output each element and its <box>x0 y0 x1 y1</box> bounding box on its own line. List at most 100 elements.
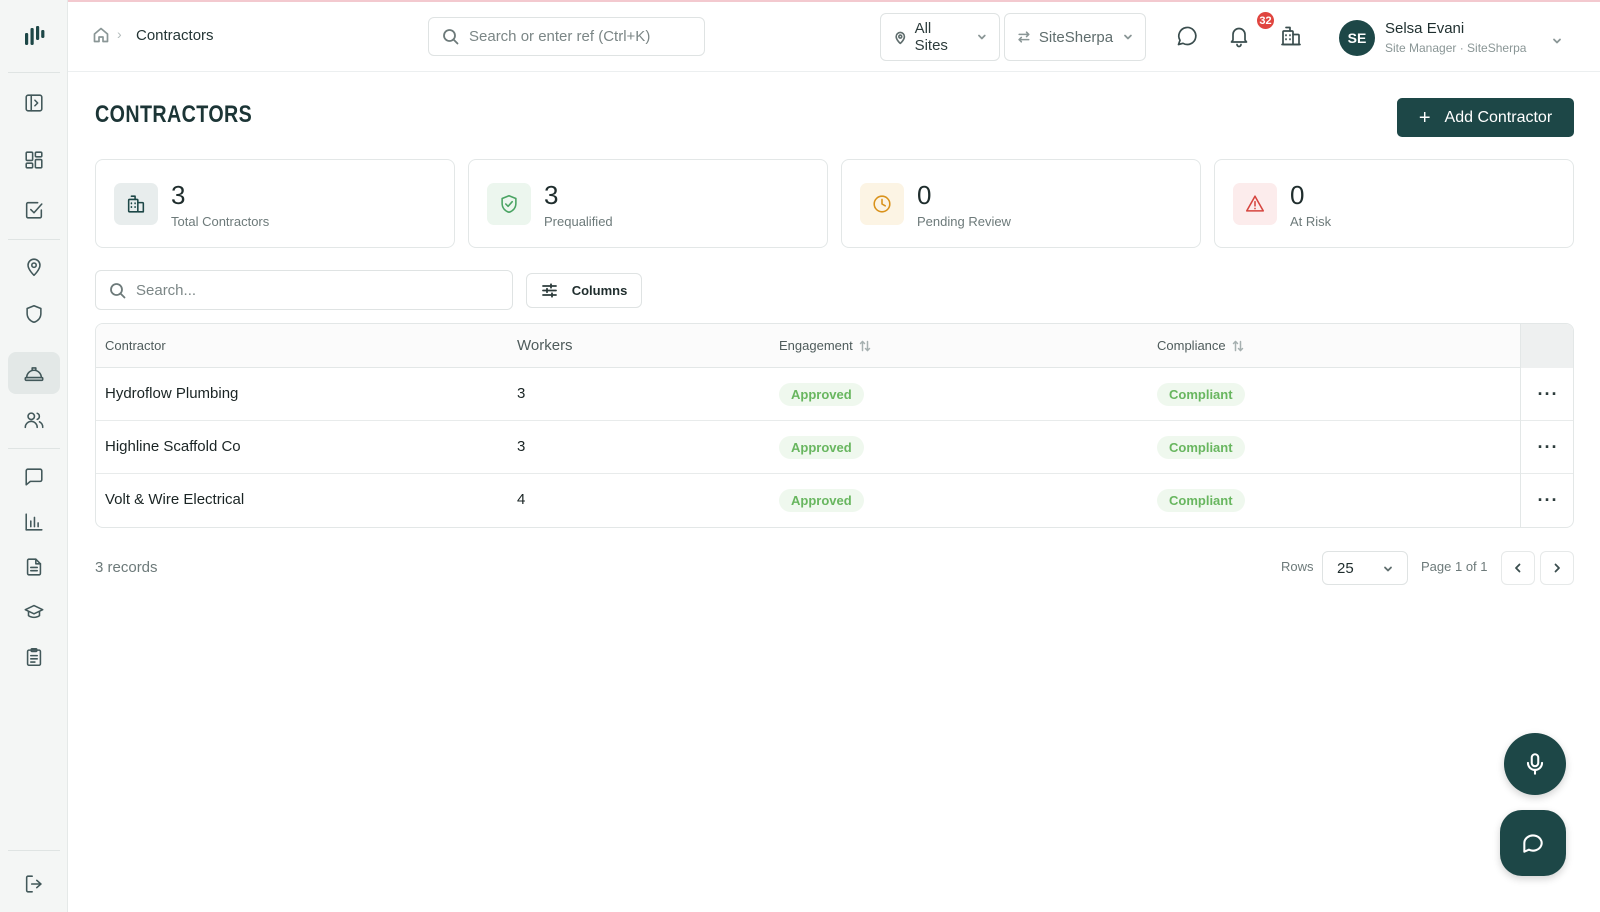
sidebar-item-checklists[interactable] <box>8 636 60 678</box>
microphone-icon <box>1526 753 1544 775</box>
search-icon <box>443 29 459 45</box>
notifications-button[interactable] <box>1227 24 1253 50</box>
sidebar-item-dashboard[interactable] <box>8 139 60 181</box>
shield-check-icon <box>501 194 517 214</box>
row-actions-menu[interactable]: ··· <box>1520 368 1573 421</box>
user-menu-toggle[interactable] <box>1552 33 1562 44</box>
contractors-table: Contractor Workers Engagement Compliance… <box>95 323 1574 528</box>
voice-input-button[interactable] <box>1504 733 1566 795</box>
worker-count: 3 <box>517 438 526 455</box>
row-actions-menu[interactable]: ··· <box>1520 474 1573 527</box>
engagement-status-badge: Approved <box>779 436 864 459</box>
sidebar-item-reports[interactable] <box>8 501 60 543</box>
rows-per-page-select[interactable]: 25 <box>1322 551 1408 585</box>
sidebar-divider <box>8 72 60 73</box>
engagement-status-badge: Approved <box>779 489 864 512</box>
table-row[interactable]: Volt & Wire Electrical 4 Approved Compli… <box>96 474 1573 527</box>
contractor-name[interactable]: Hydroflow Plumbing <box>105 385 238 402</box>
stat-card-prequalified: 3 Prequalified <box>468 159 828 248</box>
table-row[interactable]: Hydroflow Plumbing 3 Approved Compliant … <box>96 368 1573 421</box>
sidebar-divider <box>8 239 60 240</box>
columns-button[interactable]: Columns <box>526 273 642 308</box>
sidebar-item-safety[interactable] <box>8 293 60 335</box>
stat-value: 3 <box>171 180 186 210</box>
bell-icon <box>1230 27 1248 48</box>
column-header-compliance[interactable]: Compliance <box>1157 338 1245 353</box>
users-icon <box>24 412 44 429</box>
org-selector[interactable]: SiteSherpa <box>1004 13 1146 61</box>
sort-icon <box>1232 340 1243 351</box>
bar-chart-icon <box>25 513 43 531</box>
map-pin-icon <box>895 31 906 44</box>
sidebar-divider <box>8 448 60 449</box>
company-button[interactable] <box>1279 24 1305 50</box>
column-header-engagement-label: Engagement <box>779 338 853 353</box>
breadcrumb-separator: › <box>117 26 122 42</box>
sidebar-item-people[interactable] <box>8 399 60 441</box>
sidebar-toggle[interactable] <box>8 82 60 124</box>
map-pin-icon <box>27 258 41 277</box>
contractor-name[interactable]: Volt & Wire Electrical <box>105 491 244 508</box>
add-contractor-button[interactable]: + Add Contractor <box>1397 98 1574 137</box>
column-header-engagement[interactable]: Engagement <box>779 338 872 353</box>
sidebar-item-documents[interactable] <box>8 546 60 588</box>
rows-per-page-label: Rows <box>1281 559 1314 574</box>
clipboard-list-icon <box>26 647 42 667</box>
stat-label: Total Contractors <box>171 214 270 229</box>
sidebar-item-contractors[interactable] <box>8 352 60 394</box>
table-row[interactable]: Highline Scaffold Co 3 Approved Complian… <box>96 421 1573 474</box>
table-search[interactable] <box>95 270 513 310</box>
plus-icon: + <box>1418 106 1431 129</box>
stat-value: 0 <box>917 180 932 210</box>
sidebar-logout[interactable] <box>8 863 60 905</box>
sidebar-divider <box>8 850 60 851</box>
stat-label: Pending Review <box>917 214 1011 229</box>
sidebar-item-sites[interactable] <box>8 246 60 288</box>
compliance-status-badge: Compliant <box>1157 489 1245 512</box>
avatar[interactable]: SE <box>1339 20 1375 56</box>
dashboard-grid-icon <box>25 151 43 169</box>
column-header-contractor[interactable]: Contractor <box>105 338 166 353</box>
column-header-workers[interactable]: Workers <box>517 337 573 354</box>
sidebar-item-tasks[interactable] <box>8 189 60 231</box>
stat-value: 3 <box>544 180 559 210</box>
compliance-status-badge: Compliant <box>1157 383 1245 406</box>
sliders-icon <box>541 283 557 298</box>
app-logo[interactable] <box>22 24 46 50</box>
stat-icon-box <box>860 183 904 225</box>
building-icon <box>127 195 145 213</box>
org-selector-value: SiteSherpa <box>1038 28 1114 46</box>
site-selector[interactable]: All Sites <box>880 13 1000 61</box>
table-search-input[interactable] <box>136 281 496 299</box>
chat-button[interactable] <box>1175 24 1201 50</box>
support-chat-button[interactable] <box>1500 810 1566 876</box>
shield-icon <box>26 304 42 324</box>
contractor-name[interactable]: Highline Scaffold Co <box>105 438 241 455</box>
sidebar <box>0 0 68 912</box>
global-search-input[interactable] <box>469 28 689 45</box>
row-actions-menu[interactable]: ··· <box>1520 421 1573 474</box>
building-icon <box>1281 26 1301 46</box>
next-page-button[interactable] <box>1540 551 1574 585</box>
worker-count: 4 <box>517 491 526 508</box>
global-search[interactable] <box>428 17 705 56</box>
sidebar-item-messages[interactable] <box>8 456 60 498</box>
notification-count-badge: 32 <box>1255 10 1276 31</box>
page-title: CONTRACTORS <box>95 101 253 128</box>
previous-page-button[interactable] <box>1501 551 1535 585</box>
actions-column-header <box>1520 324 1573 368</box>
alert-triangle-icon <box>1245 195 1265 212</box>
sidebar-item-training[interactable] <box>8 591 60 633</box>
stat-icon-box <box>1233 183 1277 225</box>
clock-icon <box>873 195 891 213</box>
add-contractor-label: Add Contractor <box>1444 108 1553 126</box>
breadcrumb-home[interactable] <box>92 26 110 44</box>
chevron-down-icon <box>1124 34 1132 40</box>
stat-card-total: 3 Total Contractors <box>95 159 455 248</box>
record-count: 3 records <box>95 559 158 576</box>
message-square-icon <box>25 468 43 486</box>
stat-value: 0 <box>1290 180 1305 210</box>
compliance-status-badge: Compliant <box>1157 436 1245 459</box>
switch-arrows-icon <box>1018 31 1030 43</box>
column-header-compliance-label: Compliance <box>1157 338 1226 353</box>
